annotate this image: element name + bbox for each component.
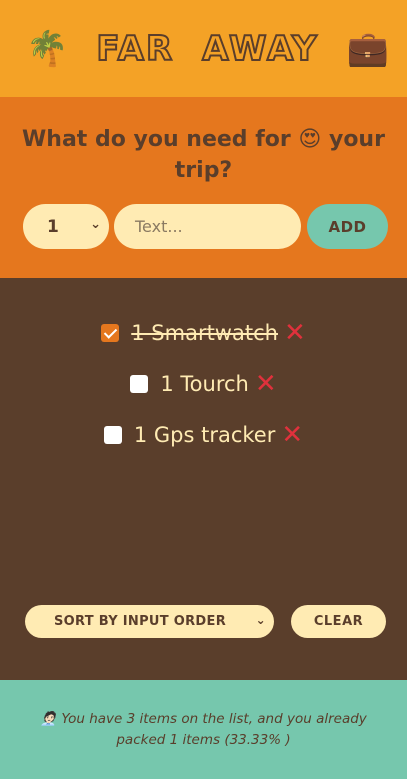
packed-checkbox[interactable] xyxy=(101,324,120,342)
add-button[interactable]: ADD xyxy=(307,204,388,249)
chevron-down-icon: ⌄ xyxy=(90,217,101,232)
app-title-part2: AWAY xyxy=(201,28,319,70)
delete-icon[interactable]: ✕ xyxy=(255,371,277,397)
list-item: 1 Smartwatch ✕ xyxy=(0,320,407,346)
item-label: 1 Gps tracker xyxy=(133,423,276,447)
item-text-input[interactable]: Text... xyxy=(114,204,301,249)
stats-line-1: You have 3 items on the list, and you al… xyxy=(61,710,367,727)
stats-footer: 🧑🏻‍💼 You have 3 items on the list, and y… xyxy=(0,680,407,779)
sort-select-value: SORT BY INPUT ORDER xyxy=(54,614,227,629)
packed-checkbox[interactable] xyxy=(130,375,149,393)
clear-button[interactable]: CLEAR xyxy=(291,605,386,638)
item-label: 1 Smartwatch xyxy=(131,321,278,345)
quantity-select[interactable]: 1 ⌄ xyxy=(23,204,109,249)
list-item: 1 Gps tracker ✕ xyxy=(0,422,407,448)
item-text-placeholder: Text... xyxy=(135,217,183,236)
stats-line-2: packed 1 items (33.33% ) xyxy=(116,731,291,748)
sort-select[interactable]: SORT BY INPUT ORDER ⌄ xyxy=(25,605,274,638)
briefcase-icon: 💼 xyxy=(346,28,389,69)
app-header: 🌴 FAR AWAY 💼 xyxy=(0,0,407,97)
person-icon: 🧑🏻‍💼 xyxy=(40,710,58,727)
quantity-select-value: 1 xyxy=(47,216,59,237)
add-item-form: What do you need for 😍 your trip? 1 ⌄ Te… xyxy=(0,97,407,278)
list-item: 1 Tourch ✕ xyxy=(0,371,407,397)
chevron-down-icon: ⌄ xyxy=(255,613,266,627)
form-question: What do you need for 😍 your trip? xyxy=(22,127,385,183)
palm-tree-icon: 🌴 xyxy=(26,28,69,69)
item-label: 1 Tourch xyxy=(160,372,249,396)
packed-checkbox[interactable] xyxy=(103,426,122,444)
delete-icon[interactable]: ✕ xyxy=(284,320,306,346)
app-title: FAR AWAY xyxy=(95,28,319,70)
delete-icon[interactable]: ✕ xyxy=(281,422,303,448)
app-title-part1: FAR xyxy=(95,28,175,70)
stats-text: 🧑🏻‍💼 You have 3 items on the list, and y… xyxy=(40,709,367,751)
